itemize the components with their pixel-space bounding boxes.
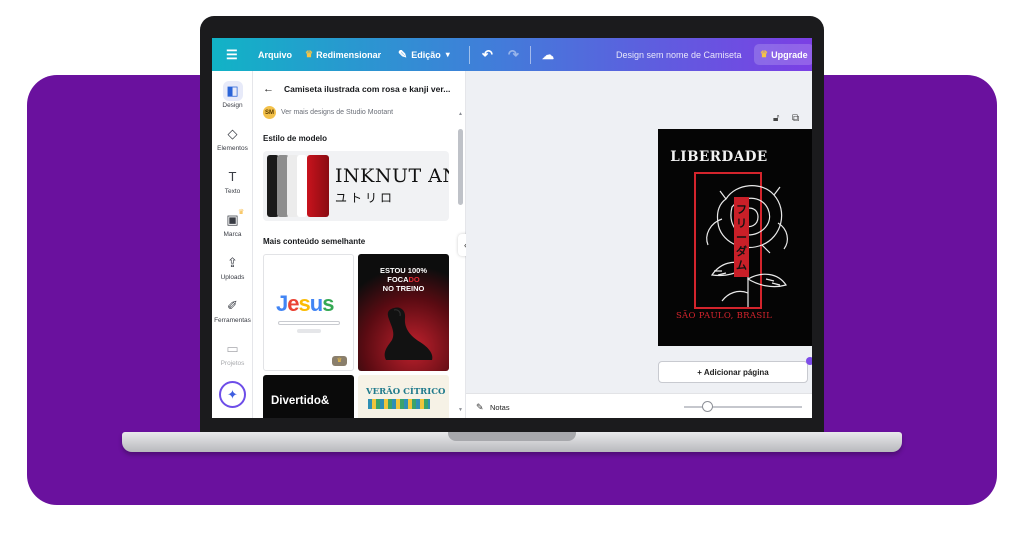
letter: s [322,291,334,316]
artboard-title: LIBERDADE [670,149,768,165]
rail-item-uploads[interactable]: ⇪ Uploads [212,253,253,281]
focado-red: DO [408,275,420,284]
tools-icon: ✐ [227,298,238,313]
rail-item-tools[interactable]: ✐ Ferramentas [212,296,253,324]
tshirt-artboard[interactable]: LIBERDADE フリーダム SÃO PAULO, BRASIL [658,129,812,346]
scroll-down-arrow-icon[interactable]: ▼ [458,407,463,413]
lock-icon[interactable]: 🔓︎ [773,113,779,124]
rail-item-brand[interactable]: ♛ ▣ Marca [212,209,253,238]
resize-label: Redimensionar [316,49,382,60]
letter: s [298,291,311,316]
color-swatch [297,155,307,217]
rail-item-elements[interactable]: ◇ Elementos [212,124,253,152]
letter: e [287,291,299,316]
hamburger-icon[interactable]: ☰ [226,38,238,71]
template-style-heading: Estilo de modelo [263,134,328,143]
crown-icon: ♛ [332,356,347,366]
crown-icon: ♛ [760,49,769,59]
rail-item-design[interactable]: ◧ Design [212,81,253,109]
undo-icon[interactable]: ↶ [482,38,493,71]
font-sample: INKNUT AN [335,165,449,187]
template-thumbnail-jesus[interactable]: Jesus ♛ [263,254,354,371]
canvas-area: 🔓︎ ⧉ LIBERDADE フリーダム SÃO PAULO, BRASIL +… [466,71,812,418]
focado-black: FOCA [387,275,409,284]
edit-mode-label: Edição [411,49,441,60]
shapes-icon: ◇ [227,126,238,141]
laptop-screen: ☰ Arquivo ♛ Redimensionar ✎ Edição ▾ ↶ ↷… [212,38,812,418]
rail-item-label: Texto [224,188,241,195]
laptop-notch [448,432,576,441]
chevron-down-icon: ▾ [445,50,450,59]
verao-text: VERÃO CÍTRICO [366,387,446,397]
rail-item-label: Projetos [220,360,245,367]
editor-bottombar: ✎ Notas [466,393,812,418]
artboard-kana-band: フリーダム [734,197,749,277]
marketing-stage: ☰ Arquivo ♛ Redimensionar ✎ Edição ▾ ↶ ↷… [0,0,1024,536]
rail-item-label: Elementos [217,145,248,152]
zoom-slider-handle[interactable] [702,401,713,412]
template-thumbnail-verao[interactable]: VERÃO CÍTRICO [358,375,449,418]
training-line-3: NO TREINO [382,284,425,293]
cloud-save-icon[interactable]: ☁ [542,38,554,71]
pencil-icon: ✎ [398,49,408,61]
rail-item-label: Uploads [220,274,245,281]
training-line-1: ESTOU 100% [380,266,427,275]
rail-item-projects[interactable]: ▭ Projetos [212,339,253,367]
template-title: Camiseta ilustrada com rosa e kanji ver.… [284,84,451,94]
design-side-panel: ← Camiseta ilustrada com rosa e kanji ve… [253,71,466,418]
duplicate-icon[interactable]: ⧉ [792,113,799,124]
add-page-button[interactable]: + Adicionar página [658,361,808,383]
verao-pattern [368,399,430,409]
crown-icon: ♛ [238,209,245,216]
notes-icon[interactable]: ✎ [476,402,484,413]
topbar-divider [469,46,470,64]
upgrade-button[interactable]: ♛ Upgrade [754,44,812,65]
crown-icon: ♛ [305,49,314,59]
scroll-up-arrow-icon[interactable]: ▲ [458,111,463,117]
sea-lion-illustration [384,307,433,360]
rail-item-label: Design [222,102,243,109]
upgrade-label: Upgrade [771,49,808,60]
document-name[interactable]: Design sem nome de Camiseta [616,38,742,71]
left-rail: ◧ Design ◇ Elementos T Texto ♛ ▣ Marca ⇪… [212,71,253,418]
author-avatar: SM [263,106,276,119]
upload-icon: ⇪ [227,255,238,270]
resize-button[interactable]: ♛ Redimensionar [305,38,381,71]
similar-content-heading: Mais conteúdo semelhante [263,237,366,246]
color-swatch [307,155,329,217]
training-line-2: FOCADO [358,275,449,284]
rail-item-label: Marca [223,231,242,238]
kana-sample: ユトリロ [335,191,396,205]
rail-item-text[interactable]: T Texto [212,167,253,195]
redo-icon[interactable]: ↷ [508,38,519,71]
template-thumbnail-training[interactable]: ESTOU 100% FOCADO NO TREINO [358,254,449,371]
template-style-card[interactable]: INKNUT AN ユトリロ [263,151,449,221]
rail-item-label: Ferramentas [214,317,251,324]
panel-scrollbar[interactable] [458,129,463,205]
folder-icon: ▭ [226,341,239,356]
letter: J [276,291,288,316]
author-link[interactable]: SM Ver mais designs de Studio Mootant [263,106,393,119]
mock-search-button [297,329,321,333]
design-icon: ◧ [222,81,243,101]
topbar-divider [530,46,531,64]
letter: u [309,291,323,316]
template-thumbnail-divertido[interactable]: Divertido& [263,375,354,418]
divertido-text: Divertido& [271,395,330,407]
magic-sparkle-icon[interactable]: ✦ [219,381,246,408]
artboard-subtitle: SÃO PAULO, BRASIL [675,311,773,321]
file-menu-button[interactable]: Arquivo [258,38,292,71]
author-link-label: Ver mais designs de Studio Mootant [281,109,394,116]
text-icon: T [228,169,237,184]
editor-topbar: ☰ Arquivo ♛ Redimensionar ✎ Edição ▾ ↶ ↷… [212,38,812,71]
mock-search-bar [278,321,340,325]
page-badge [806,357,812,365]
jesus-wordmark: Jesus [276,291,334,317]
notes-button[interactable]: Notas [490,403,510,412]
back-arrow-icon[interactable]: ← [263,83,274,95]
edit-mode-button[interactable]: ✎ Edição ▾ [398,38,450,71]
